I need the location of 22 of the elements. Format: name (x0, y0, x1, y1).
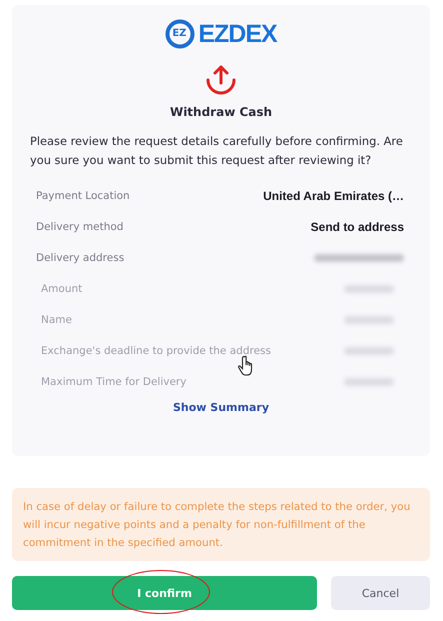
detail-value: United Arab Emirates (… (263, 188, 404, 202)
detail-label: Maximum Time for Delivery (41, 376, 186, 388)
logo-monogram: EZ (172, 27, 186, 41)
detail-label: Payment Location (36, 190, 130, 202)
logo-ring-icon (165, 19, 196, 49)
detail-label: Amount (41, 282, 82, 294)
detail-label: Name (41, 314, 72, 326)
detail-value: Send to address (310, 220, 404, 234)
redacted-value (344, 284, 394, 292)
redacted-value (344, 346, 394, 354)
show-summary-link[interactable]: Show Summary (173, 401, 269, 414)
logo-wordmark: EZDEX (198, 20, 277, 48)
redacted-value (344, 378, 394, 386)
upload-icon (204, 63, 238, 97)
warning-message: In case of delay or failure to complete the steps related to the order, you will incur negative points and a penalty for non-fulfillment of the commitment in the specified amount. (12, 488, 430, 561)
confirmation-text: Please review the request details carefully before confirming. Are you sure you want to submit this request after reviewing it? (29, 133, 404, 169)
detail-label: Exchange's deadline to provide the address (41, 344, 271, 356)
detail-label: Delivery address (36, 252, 124, 264)
cancel-button[interactable]: Cancel (331, 576, 430, 610)
detail-label: Delivery method (36, 220, 124, 232)
dialog-title: Withdraw Cash (170, 105, 272, 119)
redacted-value (344, 316, 394, 324)
